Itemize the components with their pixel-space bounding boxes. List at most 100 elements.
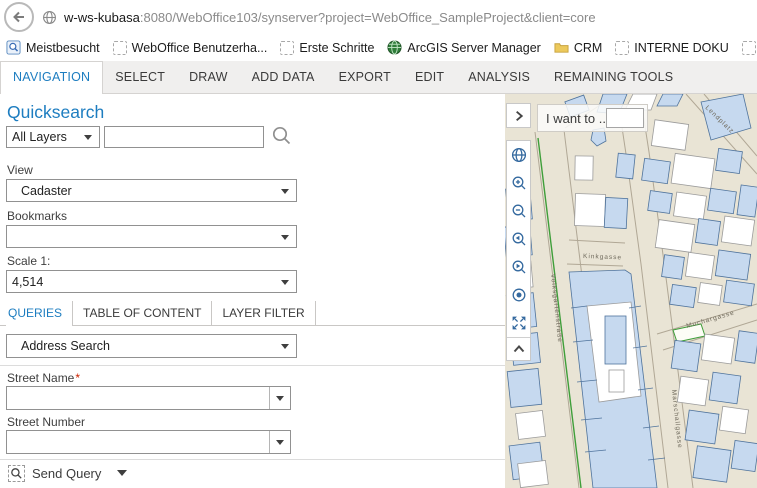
search-icon <box>270 124 294 148</box>
tab-edit[interactable]: EDIT <box>403 61 456 93</box>
center-map-icon <box>510 286 528 304</box>
folder-icon <box>554 40 569 55</box>
center-map-button[interactable] <box>507 281 530 309</box>
zoom-in-icon <box>510 174 528 192</box>
tab-draw[interactable]: DRAW <box>177 61 240 93</box>
i-want-to-widget[interactable]: I want to ... <box>537 104 648 132</box>
site-globe-icon <box>42 10 57 25</box>
bookmark-crm[interactable]: CRM <box>554 40 602 55</box>
divider <box>0 459 505 460</box>
placeholder-icon <box>615 41 629 55</box>
chevron-down-icon <box>281 280 289 289</box>
street-name-dropdown-button[interactable] <box>269 387 290 409</box>
main-tab-bar: NAVIGATION SELECT DRAW ADD DATA EXPORT E… <box>0 61 757 94</box>
tab-select[interactable]: SELECT <box>103 61 177 93</box>
view-label: View <box>7 163 33 177</box>
street-number-combo[interactable] <box>6 430 291 454</box>
full-extent-icon <box>510 314 528 332</box>
i-want-to-input[interactable] <box>606 108 644 128</box>
globe-icon <box>387 40 402 55</box>
send-query-label: Send Query <box>32 466 101 481</box>
bookmark-erste-schritte[interactable]: Erste Schritte <box>280 41 374 55</box>
tab-add-data[interactable]: ADD DATA <box>240 61 327 93</box>
subtab-table-of-content[interactable]: TABLE OF CONTENT <box>73 301 212 325</box>
previous-extent-icon <box>510 230 528 248</box>
chevron-down-icon <box>276 396 284 405</box>
divider <box>0 365 505 366</box>
address-bar[interactable]: w-ws-kubasa:8080/WebOffice103/synserver?… <box>64 10 596 25</box>
navigation-panel: Quicksearch All Layers View Cadaster Boo… <box>0 94 505 488</box>
next-extent-button[interactable] <box>507 253 530 281</box>
bookmarks-bar: Meistbesucht WebOffice Benutzerha... Ers… <box>0 34 757 61</box>
subtab-queries[interactable]: QUERIES <box>6 301 73 326</box>
bookmark-label: CRM <box>574 41 602 55</box>
placeholder-icon <box>113 41 127 55</box>
tab-navigation[interactable]: NAVIGATION <box>0 61 103 95</box>
url-path: :8080/WebOffice103/synserver?project=Web… <box>140 10 596 25</box>
map-viewport[interactable]: Kinkgasse Volksgartenstraße Marschallgas… <box>505 94 757 488</box>
view-value: Cadaster <box>21 184 72 198</box>
panel-sub-tabs: QUERIES TABLE OF CONTENT LAYER FILTER <box>0 301 505 326</box>
chevron-down-icon <box>281 235 289 244</box>
quicksearch-search-button[interactable] <box>270 124 294 148</box>
street-name-combo[interactable] <box>6 386 291 410</box>
zoom-out-button[interactable] <box>507 197 530 225</box>
back-button[interactable] <box>4 2 34 32</box>
bookmark-label: WebOffice Benutzerha... <box>132 41 268 55</box>
street-number-input[interactable] <box>7 431 269 453</box>
previous-extent-button[interactable] <box>507 225 530 253</box>
chevron-down-icon <box>281 189 289 198</box>
scale-select[interactable]: 4,514 <box>6 270 297 293</box>
full-extent-button[interactable] <box>507 309 530 337</box>
tab-analysis[interactable]: ANALYSIS <box>456 61 542 93</box>
street-label-kinkgasse: Kinkgasse <box>583 253 622 261</box>
street-number-dropdown-button[interactable] <box>269 431 290 453</box>
bookmark-label: Erste Schritte <box>299 41 374 55</box>
quicksearch-layer-value: All Layers <box>12 130 67 144</box>
quicksearch-input[interactable] <box>104 126 264 148</box>
send-query-button[interactable]: Send Query <box>8 465 127 482</box>
map-toolbar <box>506 140 531 361</box>
chevron-down-icon <box>84 135 92 144</box>
back-arrow-icon <box>11 9 27 25</box>
street-name-input[interactable] <box>7 387 269 409</box>
globe-icon <box>510 146 528 164</box>
bookmark-interne-doku[interactable]: INTERNE DOKU <box>615 41 728 55</box>
street-number-label: Street Number <box>7 415 86 429</box>
panel-expand-button[interactable] <box>506 103 531 128</box>
chevron-down-icon <box>276 440 284 449</box>
tab-export[interactable]: EXPORT <box>327 61 403 93</box>
collapse-toolbar-button[interactable] <box>507 337 530 360</box>
browser-url-bar: w-ws-kubasa:8080/WebOffice103/synserver?… <box>0 0 757 35</box>
bookmark-label: Meistbesucht <box>26 41 100 55</box>
required-mark: * <box>75 371 80 385</box>
zoom-in-button[interactable] <box>507 169 530 197</box>
placeholder-icon <box>742 41 756 55</box>
chevron-down-icon <box>281 344 289 353</box>
overview-globe-button[interactable] <box>507 141 530 169</box>
zoom-out-icon <box>510 202 528 220</box>
weboffice-app: w-ws-kubasa:8080/WebOffice103/synserver?… <box>0 0 757 488</box>
query-type-select[interactable]: Address Search <box>6 334 297 358</box>
subtab-layer-filter[interactable]: LAYER FILTER <box>212 301 315 325</box>
scale-label: Scale 1: <box>7 254 50 268</box>
bookmark-most-visited[interactable]: Meistbesucht <box>6 40 100 55</box>
chevron-right-icon <box>512 109 526 123</box>
tab-remaining-tools[interactable]: REMAINING TOOLS <box>542 61 685 93</box>
bookmark-mantis[interactable]: Mantis <box>742 41 757 55</box>
chevron-up-icon <box>510 340 528 358</box>
map-canvas[interactable]: Kinkgasse Volksgartenstraße Marschallgas… <box>505 94 757 488</box>
quicksearch-layer-select[interactable]: All Layers <box>6 126 100 148</box>
i-want-to-label: I want to ... <box>538 111 610 126</box>
send-query-icon <box>8 465 25 482</box>
bookmark-weboffice-benutzerhandbuch[interactable]: WebOffice Benutzerha... <box>113 41 268 55</box>
chevron-down-icon[interactable] <box>117 470 127 481</box>
bookmarks-label: Bookmarks <box>7 209 67 223</box>
street-name-label: Street Name* <box>7 371 80 385</box>
url-host: w-ws-kubasa <box>64 10 140 25</box>
next-extent-icon <box>510 258 528 276</box>
placeholder-icon <box>280 41 294 55</box>
bookmark-arcgis-server-manager[interactable]: ArcGIS Server Manager <box>387 40 540 55</box>
view-select[interactable]: Cadaster <box>6 179 297 202</box>
bookmarks-select[interactable] <box>6 225 297 248</box>
